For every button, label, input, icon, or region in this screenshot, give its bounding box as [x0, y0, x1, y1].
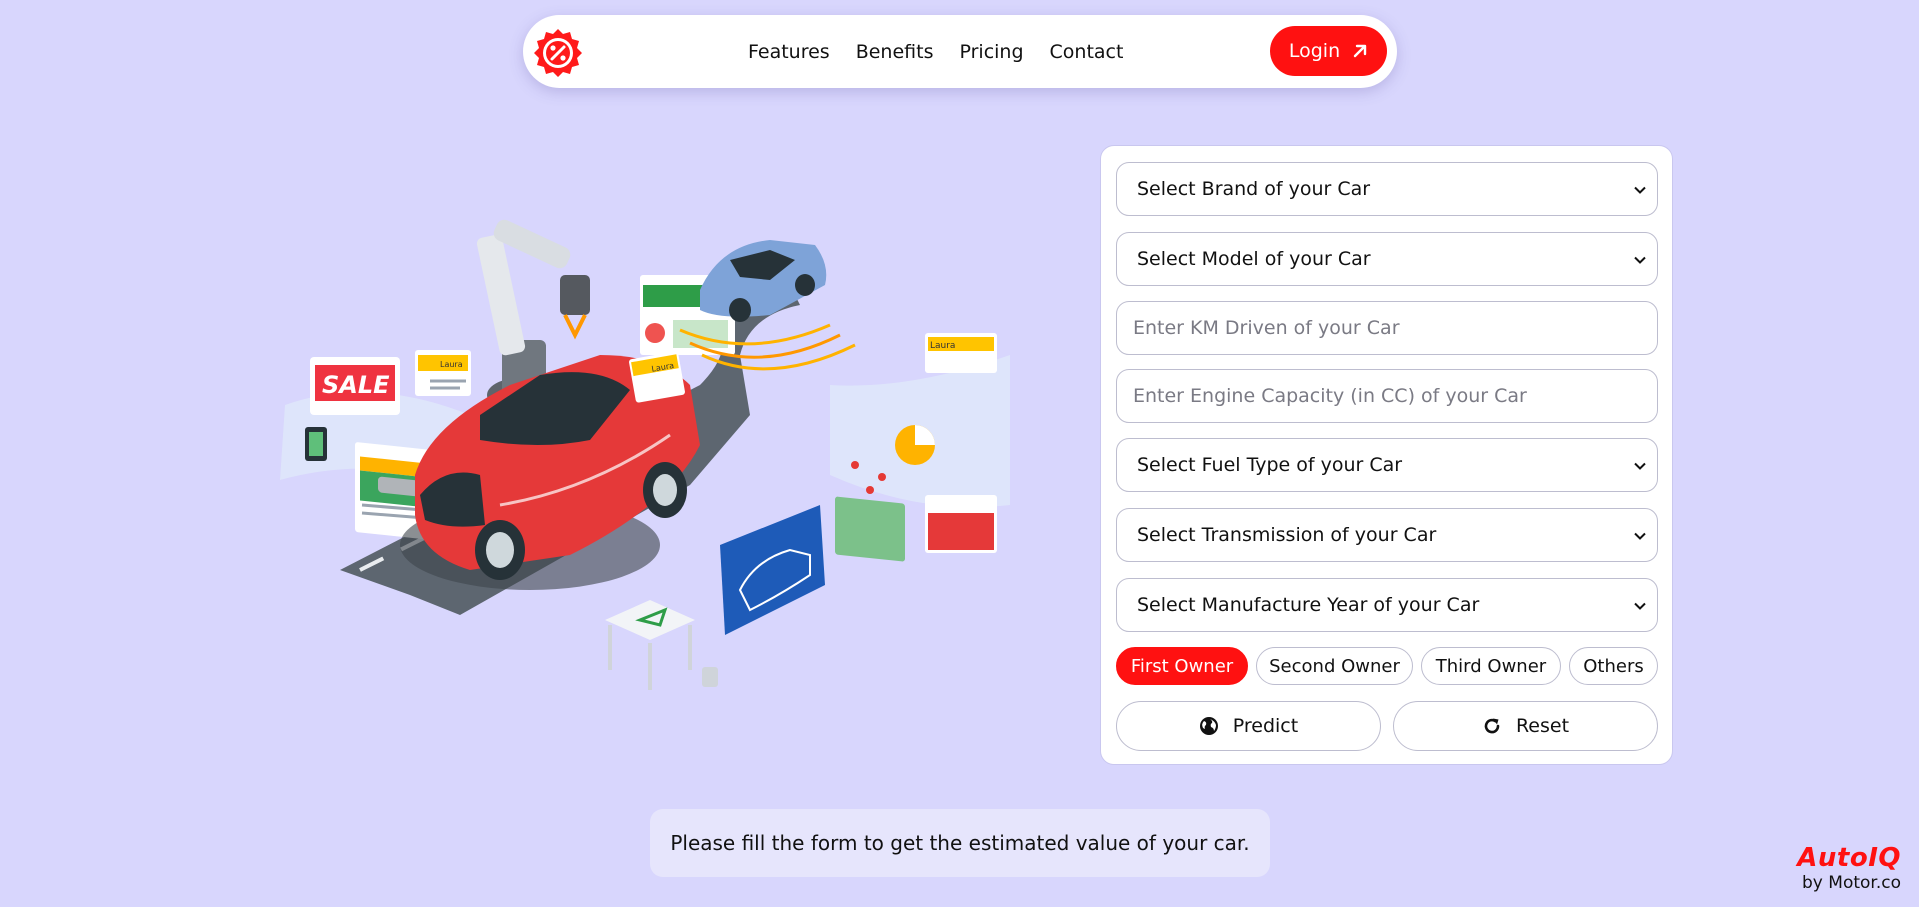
- owner-option-first[interactable]: First Owner: [1116, 647, 1248, 685]
- brand-select-value: Select Brand of your Car: [1137, 178, 1371, 200]
- transmission-value: Select Transmission of your Car: [1137, 524, 1437, 546]
- brand-select[interactable]: Select Brand of your Car: [1116, 162, 1658, 216]
- nav-links: Features Benefits Pricing Contact: [748, 15, 1123, 88]
- nav-link-benefits[interactable]: Benefits: [856, 41, 934, 63]
- profile-card-1: Laura: [415, 350, 471, 396]
- chevron-down-icon: [1634, 602, 1646, 610]
- nav-link-features[interactable]: Features: [748, 41, 830, 63]
- km-driven-input[interactable]: Enter KM Driven of your Car: [1116, 301, 1658, 355]
- reset-label: Reset: [1515, 715, 1570, 737]
- login-label: Login: [1288, 40, 1341, 62]
- top-navbar: Features Benefits Pricing Contact Login: [523, 15, 1397, 88]
- car-valuation-form: Select Brand of your Car Select Model of…: [1100, 145, 1673, 765]
- fuel-type-value: Select Fuel Type of your Car: [1137, 454, 1403, 476]
- predict-label: Predict: [1232, 715, 1299, 737]
- reset-button[interactable]: Reset: [1393, 701, 1658, 751]
- owner-selector: First Owner Second Owner Third Owner Oth…: [1116, 647, 1658, 685]
- arrow-up-right-icon: [1353, 44, 1367, 58]
- engine-capacity-input[interactable]: Enter Engine Capacity (in CC) of your Ca…: [1116, 369, 1658, 423]
- manufacture-year-value: Select Manufacture Year of your Car: [1137, 594, 1480, 616]
- nav-link-contact[interactable]: Contact: [1050, 41, 1124, 63]
- profile-card-2: Laura: [629, 351, 685, 403]
- manufacture-year-select[interactable]: Select Manufacture Year of your Car: [1116, 578, 1658, 632]
- chevron-down-icon: [1634, 256, 1646, 264]
- chevron-down-icon: [1634, 532, 1646, 540]
- model-select[interactable]: Select Model of your Car: [1116, 232, 1658, 286]
- model-select-value: Select Model of your Car: [1137, 248, 1371, 270]
- engine-capacity-placeholder: Enter Engine Capacity (in CC) of your Ca…: [1133, 385, 1527, 407]
- chevron-down-icon: [1634, 186, 1646, 194]
- transmission-select[interactable]: Select Transmission of your Car: [1116, 508, 1658, 562]
- brand-mark: AutoIQ by Motor.co: [1797, 843, 1901, 893]
- sale-text: SALE: [322, 371, 390, 399]
- predict-button[interactable]: Predict: [1116, 701, 1381, 751]
- brand-tagline: by Motor.co: [1802, 873, 1901, 893]
- owner-option-others[interactable]: Others: [1569, 647, 1658, 685]
- owner-option-third[interactable]: Third Owner: [1421, 647, 1561, 685]
- login-button[interactable]: Login: [1270, 26, 1387, 76]
- blueprint-panel: [720, 505, 825, 635]
- km-driven-placeholder: Enter KM Driven of your Car: [1133, 317, 1400, 339]
- status-message: Please fill the form to get the estimate…: [650, 809, 1270, 877]
- nav-link-pricing[interactable]: Pricing: [959, 41, 1023, 63]
- profile-card-3: Laura: [925, 333, 997, 373]
- profile-name-3: Laura: [930, 341, 955, 351]
- car-factory-illustration: SALE Laura Laura Laura: [280, 219, 1010, 690]
- fuel-type-select[interactable]: Select Fuel Type of your Car: [1116, 438, 1658, 492]
- brand-name: AutoIQ: [1797, 843, 1901, 873]
- blue-car: [679, 240, 856, 371]
- owner-option-second[interactable]: Second Owner: [1256, 647, 1413, 685]
- chevron-down-icon: [1634, 462, 1646, 470]
- badge-percent-icon[interactable]: [532, 26, 584, 78]
- refresh-icon: [1484, 718, 1500, 734]
- sale-card: SALE: [310, 357, 400, 415]
- globe-icon: [1199, 717, 1218, 735]
- profile-name-1: Laura: [440, 360, 463, 369]
